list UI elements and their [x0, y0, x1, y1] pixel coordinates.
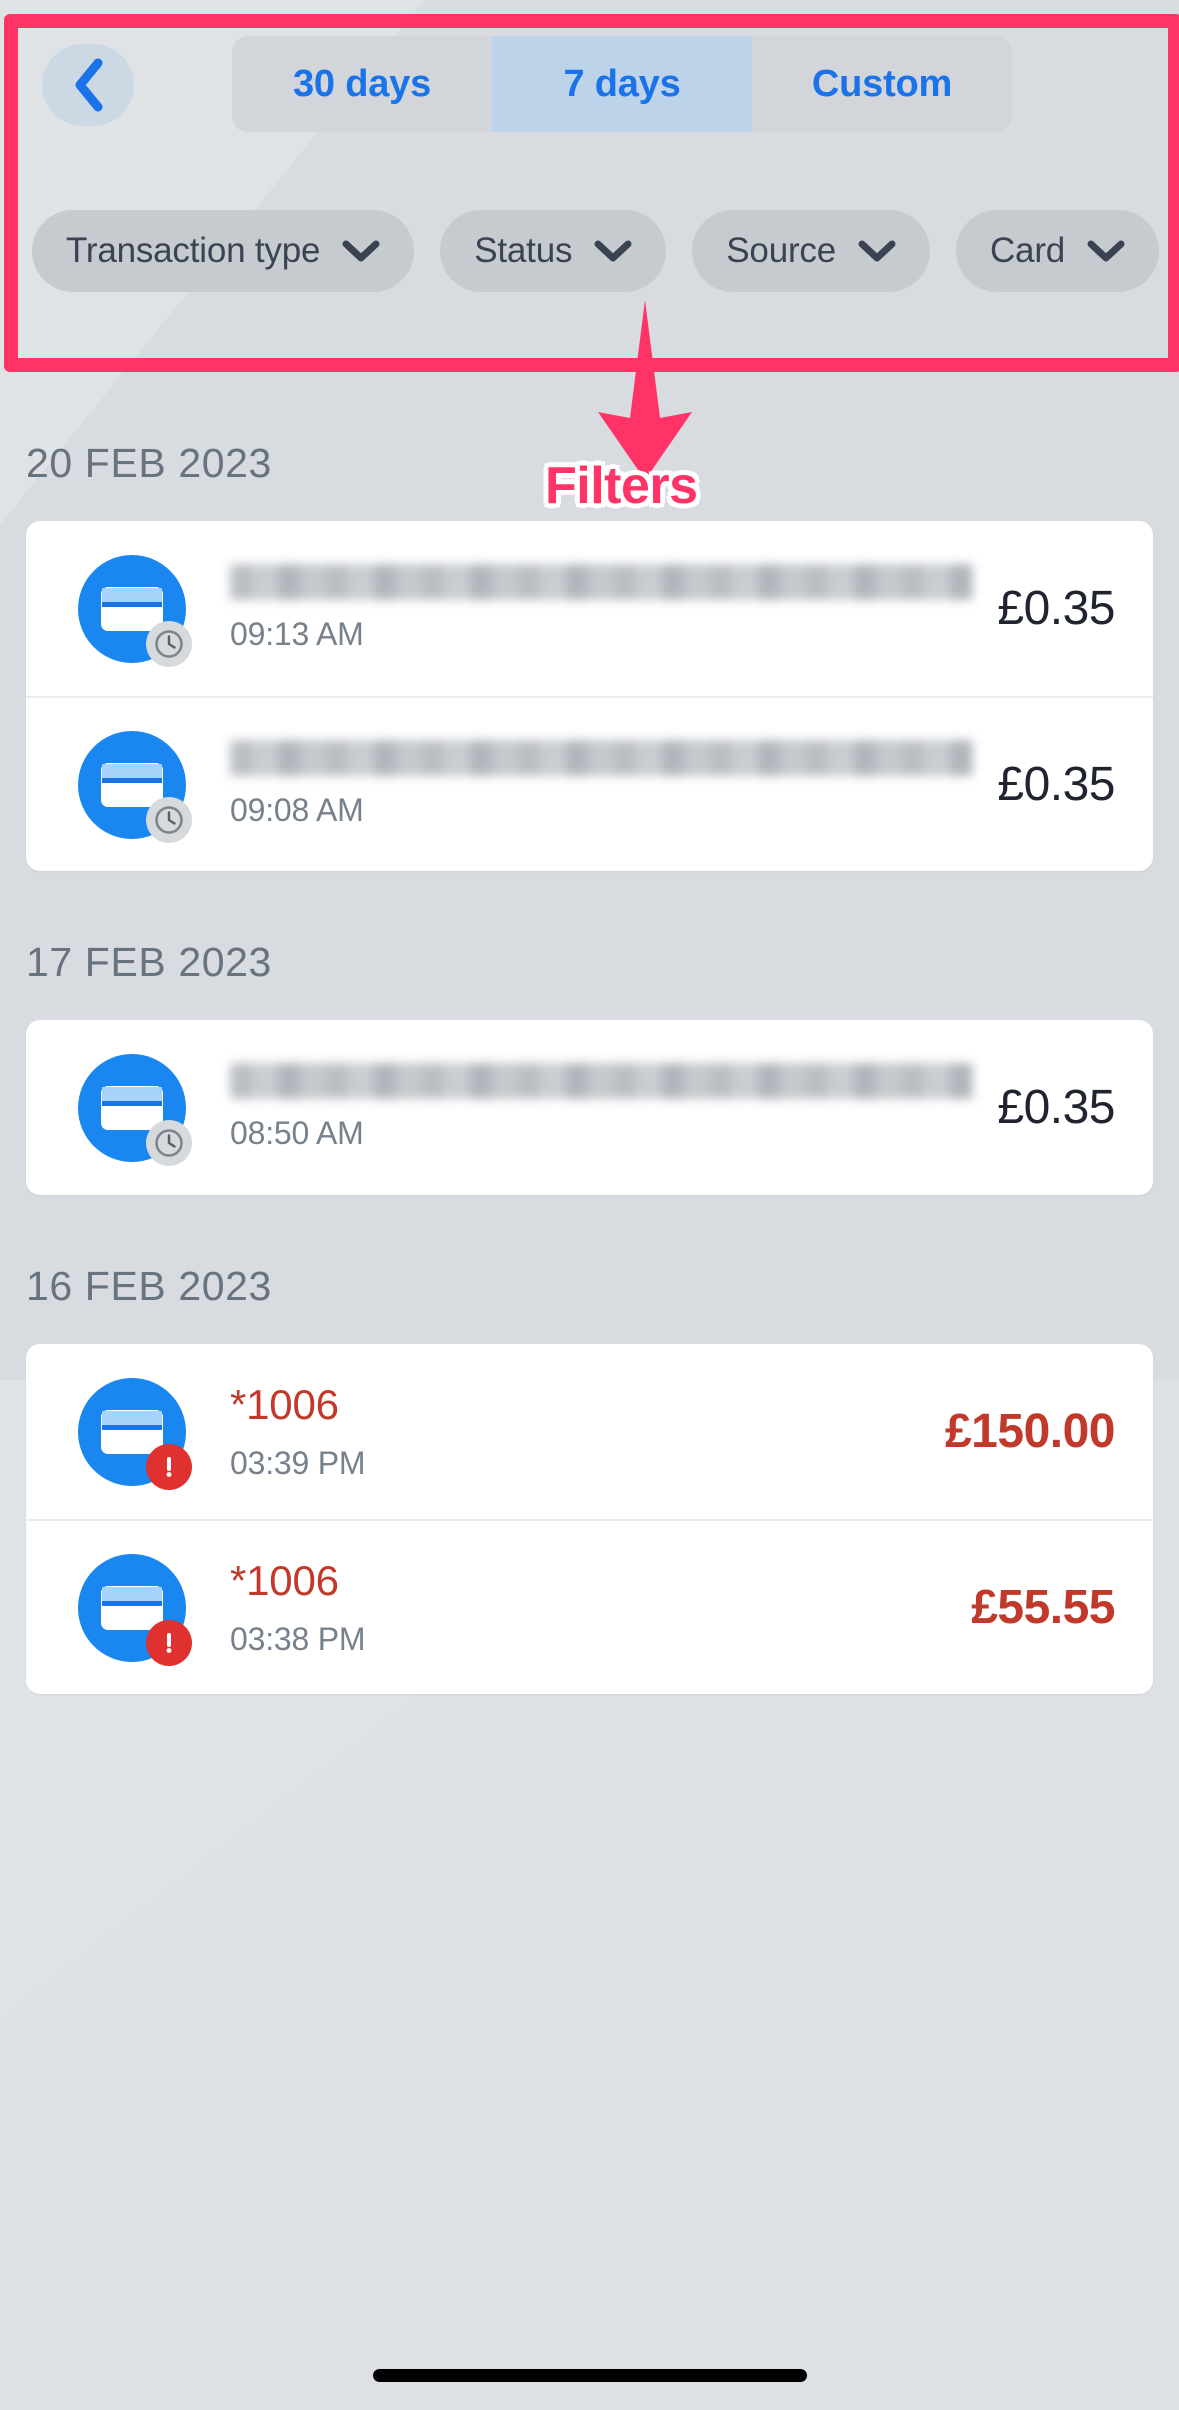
transaction-time: 09:13 AM	[230, 616, 364, 652]
avatar	[78, 554, 192, 667]
transaction-time: 03:39 PM	[230, 1445, 366, 1481]
exclamation-icon	[146, 1619, 192, 1666]
filters-annotation-label: Filters	[545, 457, 698, 515]
transaction-title: *1006	[230, 1381, 339, 1428]
filter-chip-status[interactable]: Status	[440, 210, 667, 292]
transaction-amount: £55.55	[971, 1581, 1115, 1634]
exclamation-icon	[146, 1443, 192, 1490]
transaction-row[interactable]: 09:13 AM £0.35	[26, 521, 1153, 696]
transaction-title-masked	[230, 564, 974, 600]
transaction-title-masked	[230, 1063, 974, 1099]
period-selector-row: 30 days 7 days Custom	[0, 30, 1179, 140]
transaction-group-card: *1006 03:39 PM £150.00 *1006 03:38 PM £5…	[26, 1344, 1153, 1694]
clock-icon	[146, 1119, 192, 1166]
clock-icon	[146, 796, 192, 843]
transaction-details: 09:13 AM	[230, 564, 974, 653]
transaction-amount: £0.35	[997, 1081, 1115, 1134]
transaction-group-card: 09:13 AM £0.35 09:08 AM £0.35	[26, 521, 1153, 871]
transaction-amount: £150.00	[944, 1405, 1116, 1458]
transaction-time: 08:50 AM	[230, 1115, 364, 1151]
transaction-details: *1006 03:38 PM	[230, 1557, 947, 1658]
transaction-details: 09:08 AM	[230, 740, 974, 829]
filters-header: 30 days 7 days Custom Transaction type S…	[0, 0, 1179, 372]
transaction-amount: £0.35	[997, 582, 1115, 635]
filter-chip-label: Transaction type	[66, 231, 321, 270]
transaction-time: 09:08 AM	[230, 792, 364, 828]
transaction-row[interactable]: 08:50 AM £0.35	[26, 1020, 1153, 1195]
chevron-down-icon	[1087, 239, 1125, 263]
transaction-row[interactable]: *1006 03:39 PM £150.00	[26, 1344, 1153, 1519]
transaction-group-card: 08:50 AM £0.35	[26, 1020, 1153, 1195]
transaction-title: *1006	[230, 1557, 339, 1604]
period-tab-30-days[interactable]: 30 days	[232, 36, 492, 132]
home-indicator[interactable]	[372, 2369, 807, 2382]
clock-icon	[146, 620, 192, 667]
filter-chips-row: Transaction type Status Source Card	[0, 196, 1179, 306]
chevron-left-icon	[71, 57, 105, 113]
period-segmented-control[interactable]: 30 days 7 days Custom	[232, 36, 1012, 132]
filter-chip-label: Card	[989, 231, 1066, 270]
transaction-row[interactable]: 09:08 AM £0.35	[26, 696, 1153, 871]
transaction-title-masked	[230, 740, 974, 776]
avatar	[78, 1377, 192, 1490]
filter-chip-label: Status	[474, 231, 573, 270]
period-tab-7-days[interactable]: 7 days	[492, 36, 752, 132]
chevron-down-icon	[594, 239, 632, 263]
filter-chip-card[interactable]: Card	[955, 210, 1160, 292]
avatar	[78, 730, 192, 843]
filter-chip-source[interactable]: Source	[692, 210, 930, 292]
transaction-details: *1006 03:39 PM	[230, 1381, 921, 1482]
date-group-header: 16 FEB 2023	[26, 1263, 272, 1309]
avatar	[78, 1053, 192, 1166]
filter-chip-label: Source	[726, 231, 836, 270]
filter-chip-transaction-type[interactable]: Transaction type	[32, 210, 415, 292]
transaction-details: 08:50 AM	[230, 1063, 974, 1152]
transaction-row[interactable]: *1006 03:38 PM £55.55	[26, 1519, 1153, 1694]
chevron-down-icon	[342, 239, 380, 263]
date-group-header: 17 FEB 2023	[26, 939, 272, 985]
transaction-amount: £0.35	[997, 758, 1115, 811]
period-tab-custom[interactable]: Custom	[752, 36, 1012, 132]
transaction-time: 03:38 PM	[230, 1621, 366, 1657]
chevron-down-icon	[858, 239, 896, 263]
avatar	[78, 1553, 192, 1666]
back-button[interactable]	[42, 44, 134, 126]
transactions-screen: 30 days 7 days Custom Transaction type S…	[0, 0, 1179, 2410]
transaction-list: 20 FEB 2023 09:13 AM £0.35 09:08 AM £0.3…	[0, 372, 1179, 1694]
